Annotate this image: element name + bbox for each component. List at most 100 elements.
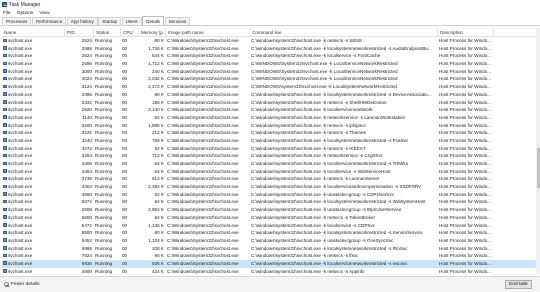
column-header-status[interactable]: Status xyxy=(94,28,121,37)
cell-memory: 936 K xyxy=(151,260,164,266)
cell-description: Host Process for Windo... xyxy=(439,114,492,120)
cell-cpu: 00 xyxy=(122,76,128,82)
cell-pid: 6936 xyxy=(81,260,92,266)
menu-file[interactable]: File xyxy=(3,11,11,16)
menu-view[interactable]: View xyxy=(39,11,49,16)
table-row[interactable]: svchost.exe 3124 Running 00 2,272 K C:\Window… xyxy=(2,83,538,91)
cell-name: svchost.exe xyxy=(2,183,65,191)
cell-description: Host Process for Windo... xyxy=(439,222,492,228)
cell-name: svchost.exe xyxy=(2,214,65,222)
table-row[interactable]: svchost.exe 2524 Running 00 80 K C:\Windows\S… xyxy=(2,37,538,45)
process-icon xyxy=(3,69,7,73)
table-row[interactable]: svchost.exe 6936 Running 00 936 K C:\Windows\… xyxy=(2,259,538,268)
task-manager-icon xyxy=(2,2,7,7)
cell-status: Running xyxy=(95,99,113,105)
table-row[interactable]: svchost.exe 5072 Running 00 84 K C:\Windows\S… xyxy=(2,198,538,206)
tab-services[interactable]: Services xyxy=(164,17,191,25)
process-name: svchost.exe xyxy=(8,68,33,74)
table-row[interactable]: svchost.exe 4900 Running 00 424 K C:\Windows\… xyxy=(2,268,538,274)
column-header-name[interactable]: Name xyxy=(2,28,65,37)
table-row[interactable]: svchost.exe 2396 Running 00 88 K C:\Windows\S… xyxy=(2,91,538,99)
table-row[interactable]: svchost.exe 2696 Running 00 1,712 K C:\Window… xyxy=(2,60,538,68)
column-header-command-line[interactable]: Command line xyxy=(250,28,438,37)
cell-memory: 712 K xyxy=(151,153,164,159)
table-row[interactable]: svchost.exe 3272 Running 00 92 K C:\Windows\S… xyxy=(2,145,538,153)
process-icon xyxy=(3,115,7,119)
cell-cpu: 00 xyxy=(122,91,128,97)
menu-options[interactable]: Options xyxy=(17,11,34,16)
table-row[interactable]: svchost.exe 2920 Running 00 3,140 K C:\Window… xyxy=(2,106,538,114)
table-row[interactable]: svchost.exe 3408 Running 00 84 K C:\Windows\S… xyxy=(2,160,538,168)
table-row[interactable]: svchost.exe 5472 Running 00 1,136 K C:\Window… xyxy=(2,222,538,230)
table-row[interactable]: svchost.exe 3464 Running 00 64 K C:\Windows\S… xyxy=(2,168,538,176)
table-row[interactable]: svchost.exe 2568 Running 00 1,736 K C:\Window… xyxy=(2,45,538,53)
footer-bar: Fewer details End task xyxy=(0,276,540,292)
tab-users[interactable]: Users xyxy=(121,17,142,25)
cell-description: Host Process for Windo... xyxy=(439,260,492,266)
process-name: svchost.exe xyxy=(8,168,33,174)
table-row[interactable]: svchost.exe 3000 Running 00 240 K C:\Windows\… xyxy=(2,68,538,76)
cell-command-line: C:\WINDOWS\System32\svchost.exe -k Local… xyxy=(251,61,398,67)
column-header-pid[interactable]: PID xyxy=(65,28,94,37)
table-row[interactable]: svchost.exe 2624 Running 00 544 K C:\Windows\… xyxy=(2,52,538,60)
table-row[interactable]: svchost.exe 4560 Running 00 52 K C:\Windows\S… xyxy=(2,191,538,199)
table-row[interactable]: svchost.exe 3748 Running 00 612 K C:\Windows\… xyxy=(2,175,538,183)
tab-performance[interactable]: Performance xyxy=(31,17,67,25)
cell-name: svchost.exe xyxy=(2,122,65,130)
column-header-description[interactable]: Description xyxy=(438,28,494,37)
table-row[interactable]: svchost.exe 3232 Running 00 212 K C:\Windows\… xyxy=(2,129,538,137)
cell-status: Running xyxy=(95,145,113,151)
column-header-cpu[interactable]: CPU xyxy=(121,28,139,37)
table-row[interactable]: svchost.exe 3024 Running 00 2,032 K C:\Window… xyxy=(2,75,538,83)
tab-app-history[interactable]: App history xyxy=(66,17,98,25)
cell-image-path: C:\Windows\System32\svchost.exe xyxy=(167,245,239,251)
column-header-memory[interactable]: Memory (p... xyxy=(139,28,166,37)
table-row[interactable]: svchost.exe 3200 Running 00 1,995 K C:\Window… xyxy=(2,122,538,130)
tab-startup[interactable]: Startup xyxy=(98,17,122,25)
cell-status: Running xyxy=(95,230,113,236)
cell-name: svchost.exe xyxy=(2,60,65,68)
fewer-details-link[interactable]: Fewer details xyxy=(4,282,40,287)
table-row[interactable]: svchost.exe 2432 Running 00 196 K C:\Windows\… xyxy=(2,99,538,107)
cell-pid: 5500 xyxy=(81,230,92,236)
end-task-button[interactable]: End task xyxy=(505,280,532,289)
table-row[interactable]: svchost.exe 7824 Running 00 96 K C:\Windows\S… xyxy=(2,252,538,260)
table-row[interactable]: svchost.exe 4404 Running 00 2,392 K C:\Window… xyxy=(2,183,538,191)
cell-cpu: 00 xyxy=(122,107,128,113)
tab-strip: Processes Performance App history Startu… xyxy=(0,16,540,26)
cell-command-line: C:\windows\system32\svchost.exe -k netsv… xyxy=(251,268,365,274)
cell-description: Host Process for Windo... xyxy=(439,153,492,159)
cell-command-line: C:\windows\system32\svchost.exe -k local… xyxy=(251,260,408,266)
tab-processes[interactable]: Processes xyxy=(2,17,32,25)
table-row[interactable]: svchost.exe 3264 Running 00 712 K C:\Windows\… xyxy=(2,152,538,160)
cell-description: Host Process for Windo... xyxy=(439,84,492,90)
cell-command-line: C:\windows\system32\svchost.exe -k local… xyxy=(251,107,373,113)
cell-memory: 96 K xyxy=(154,253,164,259)
table-row[interactable]: svchost.exe 6868 Running 00 208 K C:\Windows\… xyxy=(2,245,538,253)
cell-cpu: 00 xyxy=(122,268,128,274)
cell-cpu: 00 xyxy=(122,145,128,151)
tab-details[interactable]: Details xyxy=(142,16,165,25)
process-icon xyxy=(3,92,7,96)
table-row[interactable]: svchost.exe 2608 Running 00 2,984 K C:\Window… xyxy=(2,206,538,214)
column-header-image-path[interactable]: Image path name xyxy=(166,28,250,37)
cell-memory: 2,032 K xyxy=(148,76,164,82)
table-row[interactable]: svchost.exe 5600 Running 00 84 K C:\Windows\S… xyxy=(2,214,538,222)
scrollbar-thumb[interactable] xyxy=(536,148,540,188)
cell-memory: 84 K xyxy=(154,161,164,166)
menu-bar: File Options View xyxy=(0,9,540,17)
table-row[interactable]: svchost.exe 3240 Running 00 788 K C:\Windows\… xyxy=(2,137,538,145)
cell-description: Host Process for Windo... xyxy=(439,168,492,174)
process-name: svchost.exe xyxy=(8,145,33,151)
cell-pid: 4404 xyxy=(81,184,92,190)
cell-description: Host Process for Windo... xyxy=(439,191,492,197)
cell-status: Running xyxy=(95,168,113,174)
table-row[interactable]: svchost.exe 6452 Running 00 1,124 K C:\Window… xyxy=(2,237,538,245)
process-name: svchost.exe xyxy=(8,161,33,166)
table-row[interactable]: svchost.exe 1140 Running 00 84 K C:\Windows\S… xyxy=(2,114,538,122)
cell-description: Host Process for Windo... xyxy=(439,38,492,43)
cell-pid: 3464 xyxy=(81,168,92,174)
cell-status: Running xyxy=(95,45,113,51)
table-row[interactable]: svchost.exe 5500 Running 00 80 K C:\Windows\S… xyxy=(2,229,538,237)
vertical-scrollbar[interactable] xyxy=(536,28,540,274)
